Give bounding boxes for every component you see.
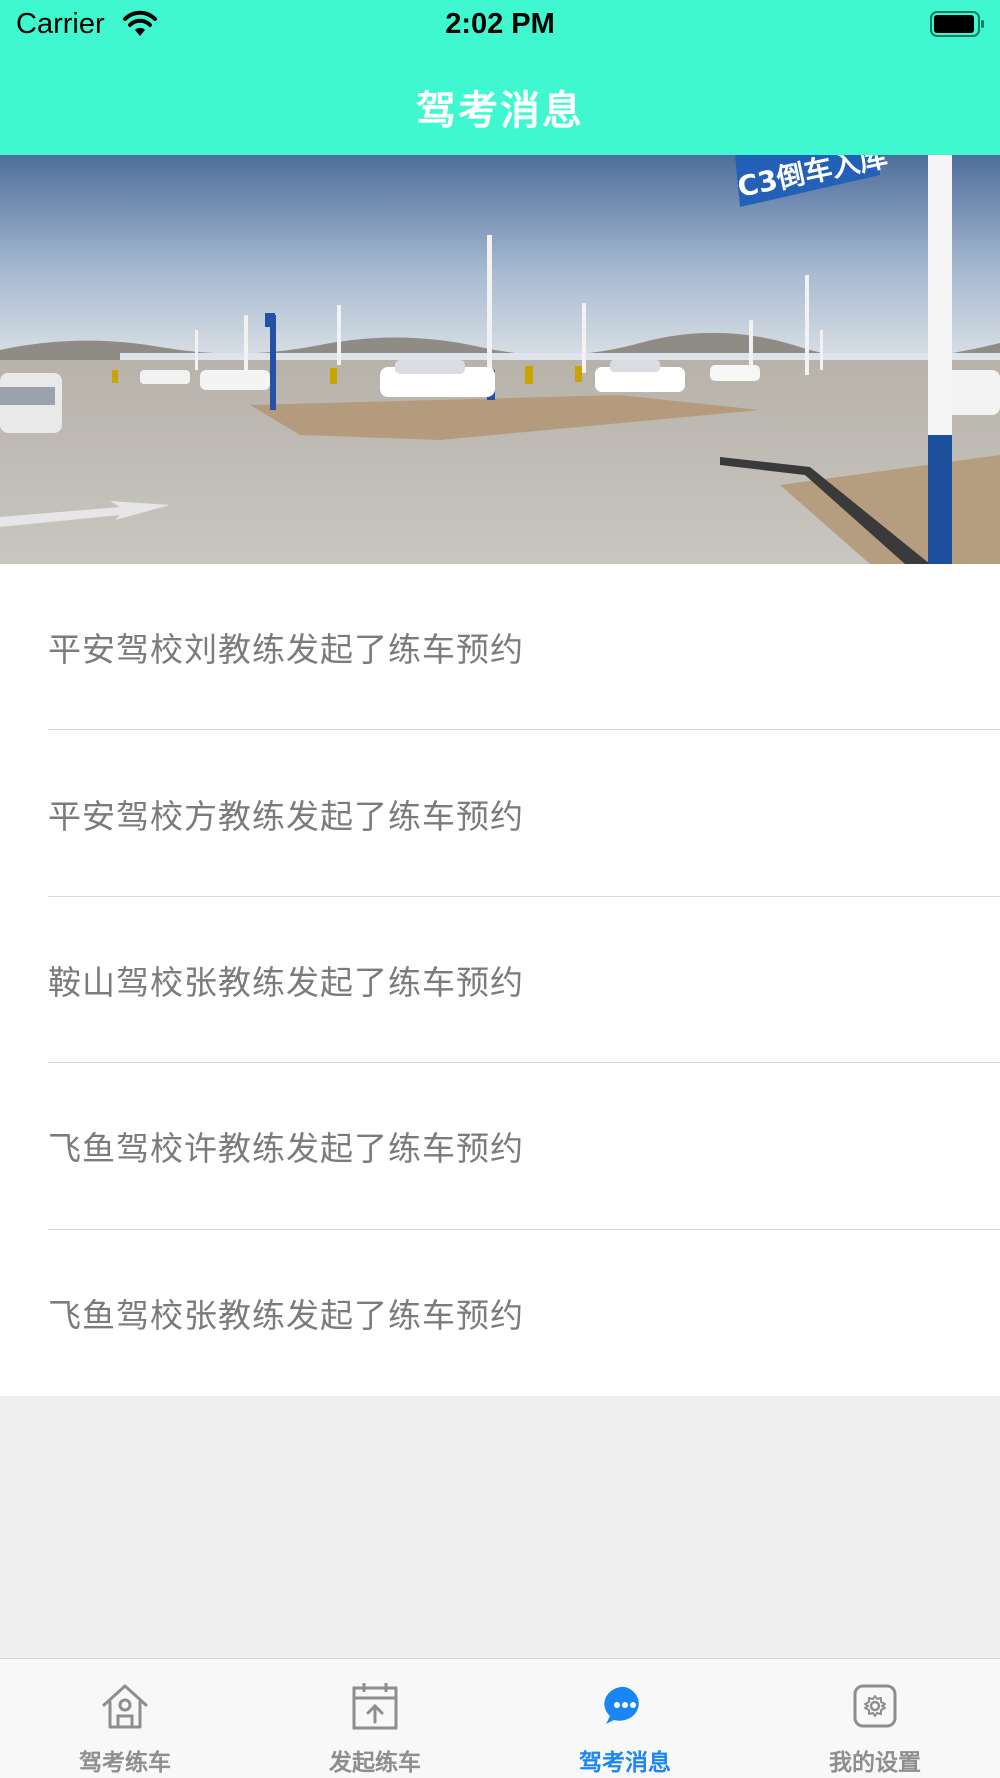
home-icon [100,1681,150,1731]
tab-bar: 驾考练车 发起练车 驾考消息 我的设置 [0,1658,1000,1778]
calendar-upload-icon [350,1681,400,1731]
message-text: 鞍山驾校张教练发起了练车预约 [48,962,524,1002]
message-text: 飞鱼驾校张教练发起了练车预约 [48,1295,524,1335]
tab-label: 驾考练车 [79,1750,171,1776]
tab-messages[interactable]: 驾考消息 [500,1659,750,1778]
banner-image: C3倒车入库 [0,155,1000,564]
tab-practice[interactable]: 驾考练车 [0,1659,250,1778]
message-list: 平安驾校刘教练发起了练车预约 平安驾校方教练发起了练车预约 鞍山驾校张教练发起了… [0,564,1000,1396]
settings-gear-icon [850,1681,900,1731]
tab-label: 我的设置 [829,1750,921,1776]
tab-start-practice[interactable]: 发起练车 [250,1659,500,1778]
message-item[interactable]: 鞍山驾校张教练发起了练车预约 [0,897,1000,1064]
message-text: 飞鱼驾校许教练发起了练车预约 [48,1129,524,1169]
message-item[interactable]: 平安驾校刘教练发起了练车预约 [0,564,1000,731]
message-text: 平安驾校刘教练发起了练车预约 [48,630,524,670]
page-title: 驾考消息 [416,88,584,134]
tab-label: 驾考消息 [579,1750,671,1776]
message-item[interactable]: 飞鱼驾校许教练发起了练车预约 [0,1063,1000,1230]
message-item[interactable]: 平安驾校方教练发起了练车预约 [0,730,1000,897]
status-bar: Carrier 2:02 PM [0,0,1000,50]
tab-label: 发起练车 [329,1750,421,1776]
chat-bubble-icon [600,1681,650,1731]
message-item[interactable]: 飞鱼驾校张教练发起了练车预约 [0,1230,1000,1396]
navigation-header: Carrier 2:02 PM 驾考消息 [0,0,1000,155]
battery-icon [930,11,986,37]
message-text: 平安驾校方教练发起了练车预约 [48,796,524,836]
status-time: 2:02 PM [445,8,555,40]
tab-settings[interactable]: 我的设置 [750,1659,1000,1778]
